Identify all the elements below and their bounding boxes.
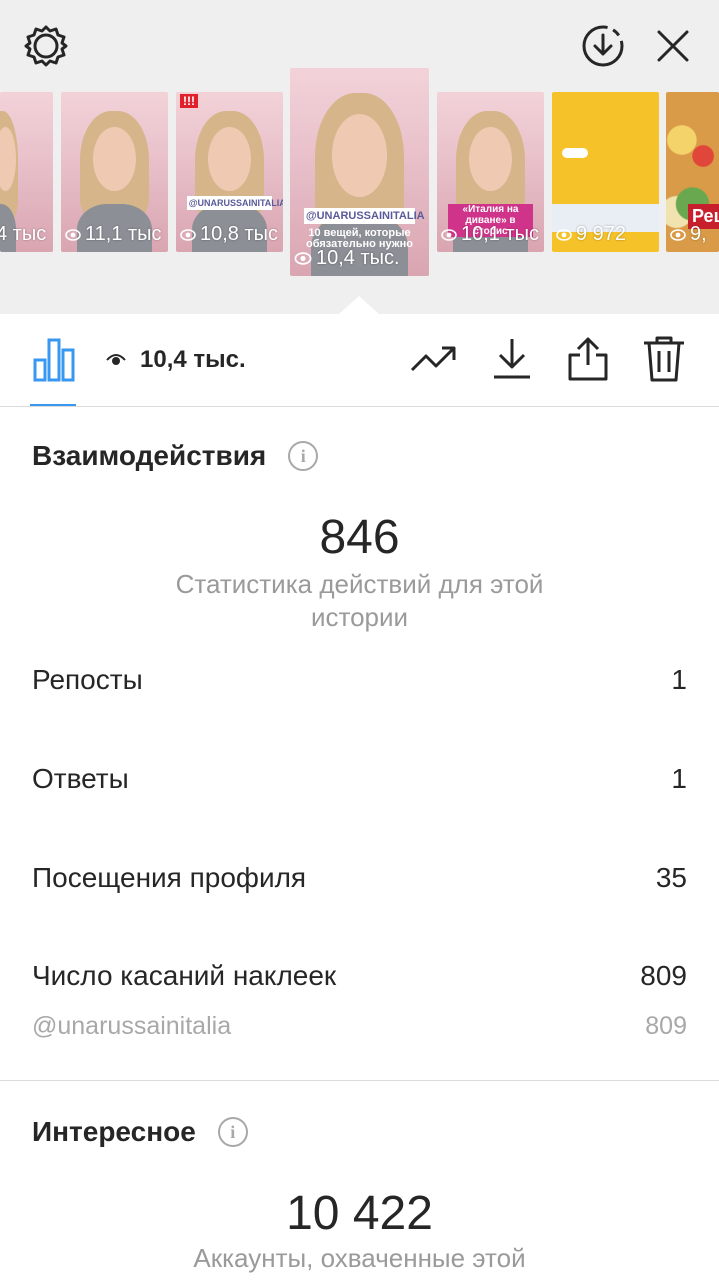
mention-sticker-label: @unarussainitalia <box>32 1012 232 1040</box>
metric-value: 1 <box>671 664 687 695</box>
metric-value: 35 <box>655 862 687 893</box>
delete-trash-icon[interactable] <box>640 334 688 384</box>
story-badge: !!! <box>180 94 198 108</box>
story-thumbnail[interactable]: Рец 9, <box>666 92 719 252</box>
story-views: 10,1 тыс <box>441 223 539 246</box>
metric-value: 1 <box>671 763 687 794</box>
info-icon[interactable]: i <box>217 1117 248 1147</box>
active-tab-indicator <box>30 404 76 406</box>
discovery-section-title: Интересное i <box>32 1116 248 1148</box>
story-thumbnail[interactable]: 11,1 тыс <box>61 92 168 252</box>
metric-label: Число касаний наклеек <box>32 960 337 991</box>
trending-icon[interactable] <box>410 334 458 384</box>
story-views: 10,8 тыс <box>180 223 278 246</box>
metric-row-profile-visits: Посещения профиля 35 <box>32 862 687 894</box>
story-views: 11,1 тыс <box>65 223 162 246</box>
story-views: 10,4 тыс. <box>294 247 400 270</box>
interactions-caption: Статистика действий для этой истории <box>175 569 544 632</box>
mention-sticker-value: 809 <box>645 1012 687 1040</box>
interactions-section-title: Взаимодействия i <box>32 440 319 472</box>
story-view-count: 10,4 тыс. <box>106 346 246 374</box>
story-views: 9 972 <box>556 223 626 246</box>
section-divider <box>0 1080 719 1081</box>
story-header: 4 тыс 11,1 тыс !!! @UNARUSSAINITALIA 10,… <box>0 0 719 314</box>
bar-chart-icon[interactable] <box>30 334 78 384</box>
eye-icon <box>106 346 126 374</box>
story-thumbnails: 4 тыс 11,1 тыс !!! @UNARUSSAINITALIA 10,… <box>0 68 719 298</box>
story-views: 9, <box>670 223 707 246</box>
save-story-icon[interactable] <box>577 20 629 72</box>
metric-label: Посещения профиля <box>32 862 307 893</box>
metric-row-mention-sticker: @unarussainitalia 809 <box>32 1012 687 1041</box>
discovery-heading: Интересное <box>32 1116 196 1147</box>
story-mention-tag: @UNARUSSAINITALIA <box>303 208 425 224</box>
download-icon[interactable] <box>488 334 536 384</box>
metric-label: Репосты <box>32 664 143 695</box>
metric-row-sticker-taps: Число касаний наклеек 809 <box>32 960 687 992</box>
discovery-total: 10 422 <box>286 1187 433 1240</box>
settings-gear-icon[interactable] <box>20 20 72 72</box>
story-thumbnail[interactable]: 9 972 <box>552 92 659 252</box>
metric-label: Ответы <box>32 763 129 794</box>
interactions-total: 846 <box>319 511 400 564</box>
interactions-heading: Взаимодействия <box>32 440 267 471</box>
story-thumbnail[interactable]: !!! @UNARUSSAINITALIA 10,8 тыс <box>176 92 283 252</box>
story-views: 4 тыс <box>0 223 47 245</box>
metric-row-replies: Ответы 1 <box>32 763 687 795</box>
story-thumbnail-current[interactable]: @UNARUSSAINITALIA 10 вещей, которые обяз… <box>290 68 429 276</box>
info-icon[interactable]: i <box>288 441 319 471</box>
metric-value: 809 <box>640 960 687 991</box>
close-icon[interactable] <box>647 20 699 72</box>
metric-row-reposts: Репосты 1 <box>32 664 687 696</box>
story-thumbnail[interactable]: 4 тыс <box>0 92 53 252</box>
discovery-caption: Аккаунты, охваченные этой <box>193 1243 526 1273</box>
share-icon[interactable] <box>564 334 612 384</box>
selected-story-pointer <box>339 296 379 314</box>
story-mention-tag: @UNARUSSAINITALIA <box>186 196 283 210</box>
story-thumbnail[interactable]: «Италия на диване» в сторис 10,1 тыс <box>437 92 544 252</box>
insights-toolbar: 10,4 тыс. <box>0 314 719 407</box>
